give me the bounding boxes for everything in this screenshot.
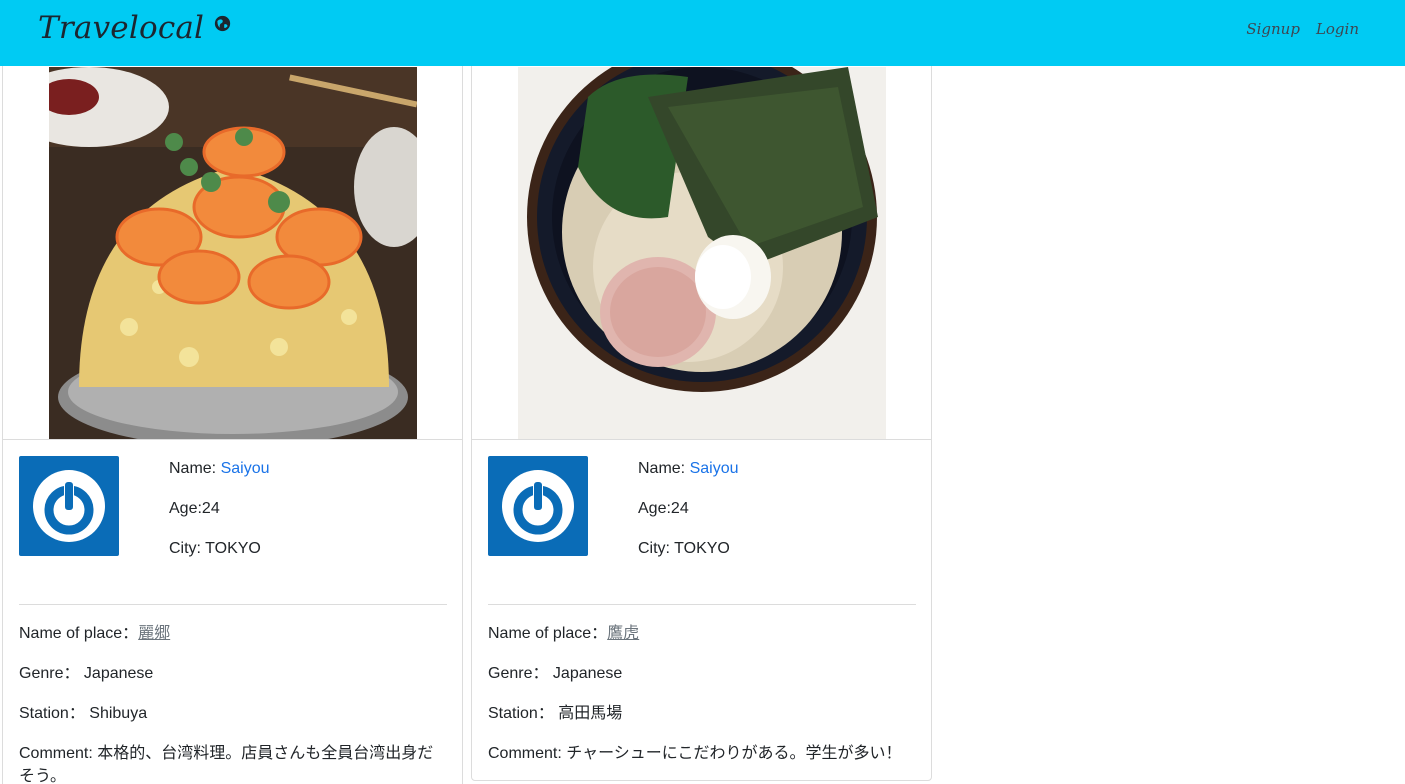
age-label: Age: xyxy=(169,500,202,517)
station-value: Shibuya xyxy=(89,705,148,722)
station-label: Station： xyxy=(488,705,559,722)
genre-label: Genre： xyxy=(488,665,553,682)
user-age-row: Age:24 xyxy=(169,500,220,518)
station-label: Station： xyxy=(19,705,90,722)
user-avatar[interactable] xyxy=(488,456,588,556)
power-icon xyxy=(502,470,574,542)
section-divider xyxy=(488,604,916,605)
image-divider xyxy=(3,439,462,440)
globe-icon xyxy=(215,15,231,31)
place-link[interactable]: 鷹虎 xyxy=(607,625,639,642)
brand-name: Travelocal xyxy=(38,10,205,46)
brand-logo[interactable]: Travelocal xyxy=(38,10,231,46)
place-label: Name of place： xyxy=(488,625,608,642)
name-label: Name: xyxy=(169,460,221,477)
place-row: Name of place：麗郷 xyxy=(19,622,449,645)
signup-link[interactable]: Signup xyxy=(1246,20,1300,38)
station-row: Station： 高田馬場 xyxy=(488,702,918,725)
image-divider xyxy=(472,439,931,440)
genre-row: Genre： Japanese xyxy=(488,662,918,685)
genre-value: Japanese xyxy=(83,665,154,682)
user-city-row: City: TOKYO xyxy=(638,540,730,558)
user-age: 24 xyxy=(201,500,220,517)
nav-links: Signup Login xyxy=(1246,20,1359,38)
city-label: City: xyxy=(638,540,675,557)
section-divider xyxy=(19,604,447,605)
comment-label: Comment: xyxy=(19,745,98,762)
user-age-row: Age:24 xyxy=(638,500,689,518)
user-avatar[interactable] xyxy=(19,456,119,556)
user-city-row: City: TOKYO xyxy=(169,540,261,558)
user-city: TOKYO xyxy=(205,540,261,557)
comment-row: Comment: 本格的、台湾料理。店員さんも全員台湾出身だそう。 xyxy=(19,742,449,784)
genre-value: Japanese xyxy=(552,665,623,682)
place-link[interactable]: 麗郷 xyxy=(138,625,170,642)
comment-value: チャーシューにこだわりがある。学生が多い！ xyxy=(566,745,902,762)
ramen-photo xyxy=(518,67,886,439)
power-icon xyxy=(33,470,105,542)
place-label: Name of place： xyxy=(19,625,139,642)
age-label: Age: xyxy=(638,500,671,517)
post-photo xyxy=(49,67,417,439)
station-row: Station： Shibuya xyxy=(19,702,449,725)
navbar: Travelocal Signup Login xyxy=(0,0,1405,66)
user-name-row: Name: Saiyou xyxy=(169,460,270,478)
city-label: City: xyxy=(169,540,206,557)
comment-row: Comment: チャーシューにこだわりがある。学生が多い！ xyxy=(488,742,918,765)
user-city: TOKYO xyxy=(674,540,730,557)
login-link[interactable]: Login xyxy=(1316,20,1359,38)
place-row: Name of place：鷹虎 xyxy=(488,622,918,645)
post-photo xyxy=(518,67,886,439)
post-card: Name: Saiyou Age:24 City: TOKYO Name of … xyxy=(2,0,463,784)
user-name-link[interactable]: Saiyou xyxy=(221,460,270,477)
user-name-row: Name: Saiyou xyxy=(638,460,739,478)
user-age: 24 xyxy=(670,500,689,517)
name-label: Name: xyxy=(638,460,690,477)
user-name-link[interactable]: Saiyou xyxy=(690,460,739,477)
genre-label: Genre： xyxy=(19,665,84,682)
genre-row: Genre： Japanese xyxy=(19,662,449,685)
shrimp-fried-rice-photo xyxy=(49,67,417,439)
station-value: 高田馬場 xyxy=(558,705,623,722)
post-card: Name: Saiyou Age:24 City: TOKYO Name of … xyxy=(471,0,932,781)
comment-label: Comment: xyxy=(488,745,567,762)
